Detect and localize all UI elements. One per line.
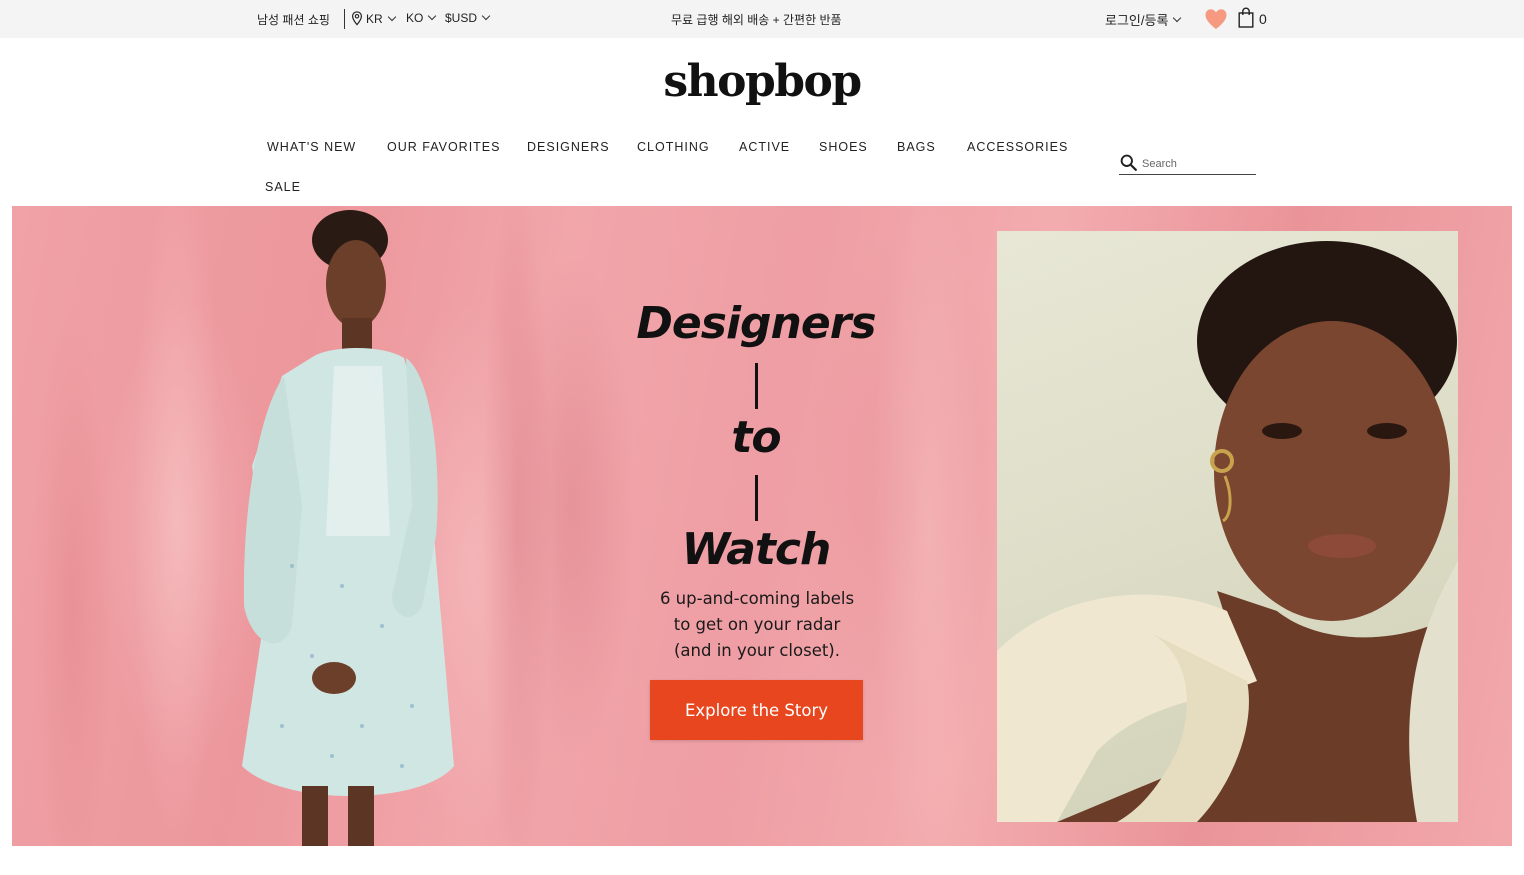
country-code: KR	[366, 11, 383, 26]
shipping-promo: 무료 급행 해외 배송 + 간편한 반품	[671, 13, 842, 27]
subcopy-line: to get on your radar	[673, 615, 841, 634]
nav-accessories[interactable]: ACCESSORIES	[967, 140, 1068, 154]
portrait-illustration	[997, 241, 1458, 822]
chevron-down-icon	[1173, 13, 1182, 22]
heart-icon[interactable]	[1204, 8, 1228, 30]
shopping-bag-icon[interactable]	[1238, 7, 1254, 28]
language-code: KO	[406, 11, 424, 25]
nav-sale[interactable]: SALE	[265, 180, 301, 194]
headline-divider	[755, 363, 758, 409]
hero-banner[interactable]: Designers to Watch 6 up-and-coming label…	[12, 206, 1512, 846]
nav-active[interactable]: ACTIVE	[739, 140, 790, 154]
headline-designers: Designers	[636, 298, 876, 349]
model-photo-right[interactable]	[997, 231, 1458, 822]
search-box[interactable]	[1119, 154, 1256, 175]
language-selector[interactable]: KO	[406, 11, 437, 25]
currency-selector[interactable]: $USD	[445, 11, 491, 25]
fabric-fold	[482, 206, 552, 846]
shopbop-logo[interactable]: shopbop	[662, 56, 862, 107]
search-icon[interactable]	[1120, 154, 1137, 171]
hero-subcopy: 6 up-and-coming labels to get on your ra…	[632, 586, 882, 664]
topbar-divider	[344, 9, 345, 29]
headline-to: to	[731, 412, 781, 463]
nav-clothing[interactable]: CLOTHING	[637, 140, 710, 154]
headline-divider	[755, 475, 758, 521]
headline-watch: Watch	[681, 524, 832, 575]
chevron-down-icon	[387, 12, 396, 21]
chevron-down-icon	[428, 11, 437, 21]
login-label: 로그인/등록	[1105, 13, 1169, 28]
fabric-fold	[32, 306, 112, 846]
top-utility-bar: 남성 패션 쇼핑 KR KO $USD 무료 급행 해외 배송 + 간편한 반품…	[0, 0, 1524, 38]
location-pin-icon	[351, 11, 363, 26]
mens-shopping-link[interactable]: 남성 패션 쇼핑	[257, 11, 330, 28]
nav-our-favorites[interactable]: OUR FAVORITES	[387, 140, 500, 154]
login-register-link[interactable]: 로그인/등록	[1105, 10, 1182, 29]
nav-whats-new[interactable]: WHAT'S NEW	[267, 140, 356, 154]
country-selector[interactable]: KR	[351, 11, 397, 26]
currency-code: $USD	[445, 11, 478, 25]
nav-designers[interactable]: DESIGNERS	[527, 140, 610, 154]
model-photo-left	[242, 210, 454, 846]
subcopy-line: 6 up-and-coming labels	[659, 589, 855, 608]
fabric-fold	[132, 206, 222, 846]
bag-item-count: 0	[1259, 11, 1267, 27]
search-input[interactable]	[1142, 158, 1252, 170]
chevron-down-icon	[481, 11, 491, 21]
nav-shoes[interactable]: SHOES	[819, 140, 868, 154]
nav-bags[interactable]: BAGS	[897, 140, 936, 154]
subcopy-line: (and in your closet).	[673, 641, 840, 660]
explore-story-button[interactable]: Explore the Story	[650, 680, 863, 740]
